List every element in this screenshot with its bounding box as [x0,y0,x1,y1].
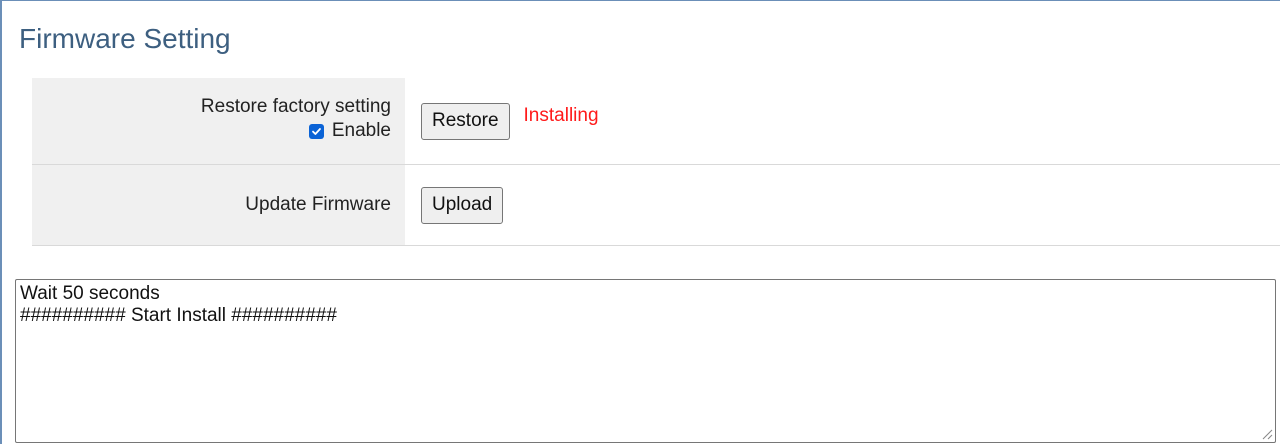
restore-label-cell: Restore factory setting Enable [32,78,405,164]
page-title: Firmware Setting [19,23,231,54]
settings-table: Restore factory setting Enable Restore I… [32,78,1280,246]
restore-factory-label: Restore factory setting [200,96,391,117]
update-label-cell: Update Firmware [32,165,405,245]
install-status: Installing [523,105,599,126]
enable-checkbox-group[interactable]: Enable [308,119,391,143]
enable-checkbox[interactable] [308,123,324,139]
enable-label[interactable]: Enable [332,119,391,143]
restore-button[interactable]: Restore [421,102,510,140]
restore-row: Restore factory setting Enable Restore I… [32,78,1280,165]
log-line: Wait 50 seconds [20,283,160,304]
checkmark-icon [311,127,321,135]
restore-value-cell: Restore Installing [405,78,1280,164]
update-firmware-label: Update Firmware [245,194,391,215]
update-value-cell: Upload [405,165,1280,245]
log-textarea[interactable]: Wait 50 seconds ########## Start Install… [15,279,1276,443]
upload-button[interactable]: Upload [421,186,504,224]
update-row: Update Firmware Upload [32,165,1280,246]
resize-grip-icon[interactable] [1261,428,1273,440]
log-line: ########## Start Install ########## [20,305,337,326]
